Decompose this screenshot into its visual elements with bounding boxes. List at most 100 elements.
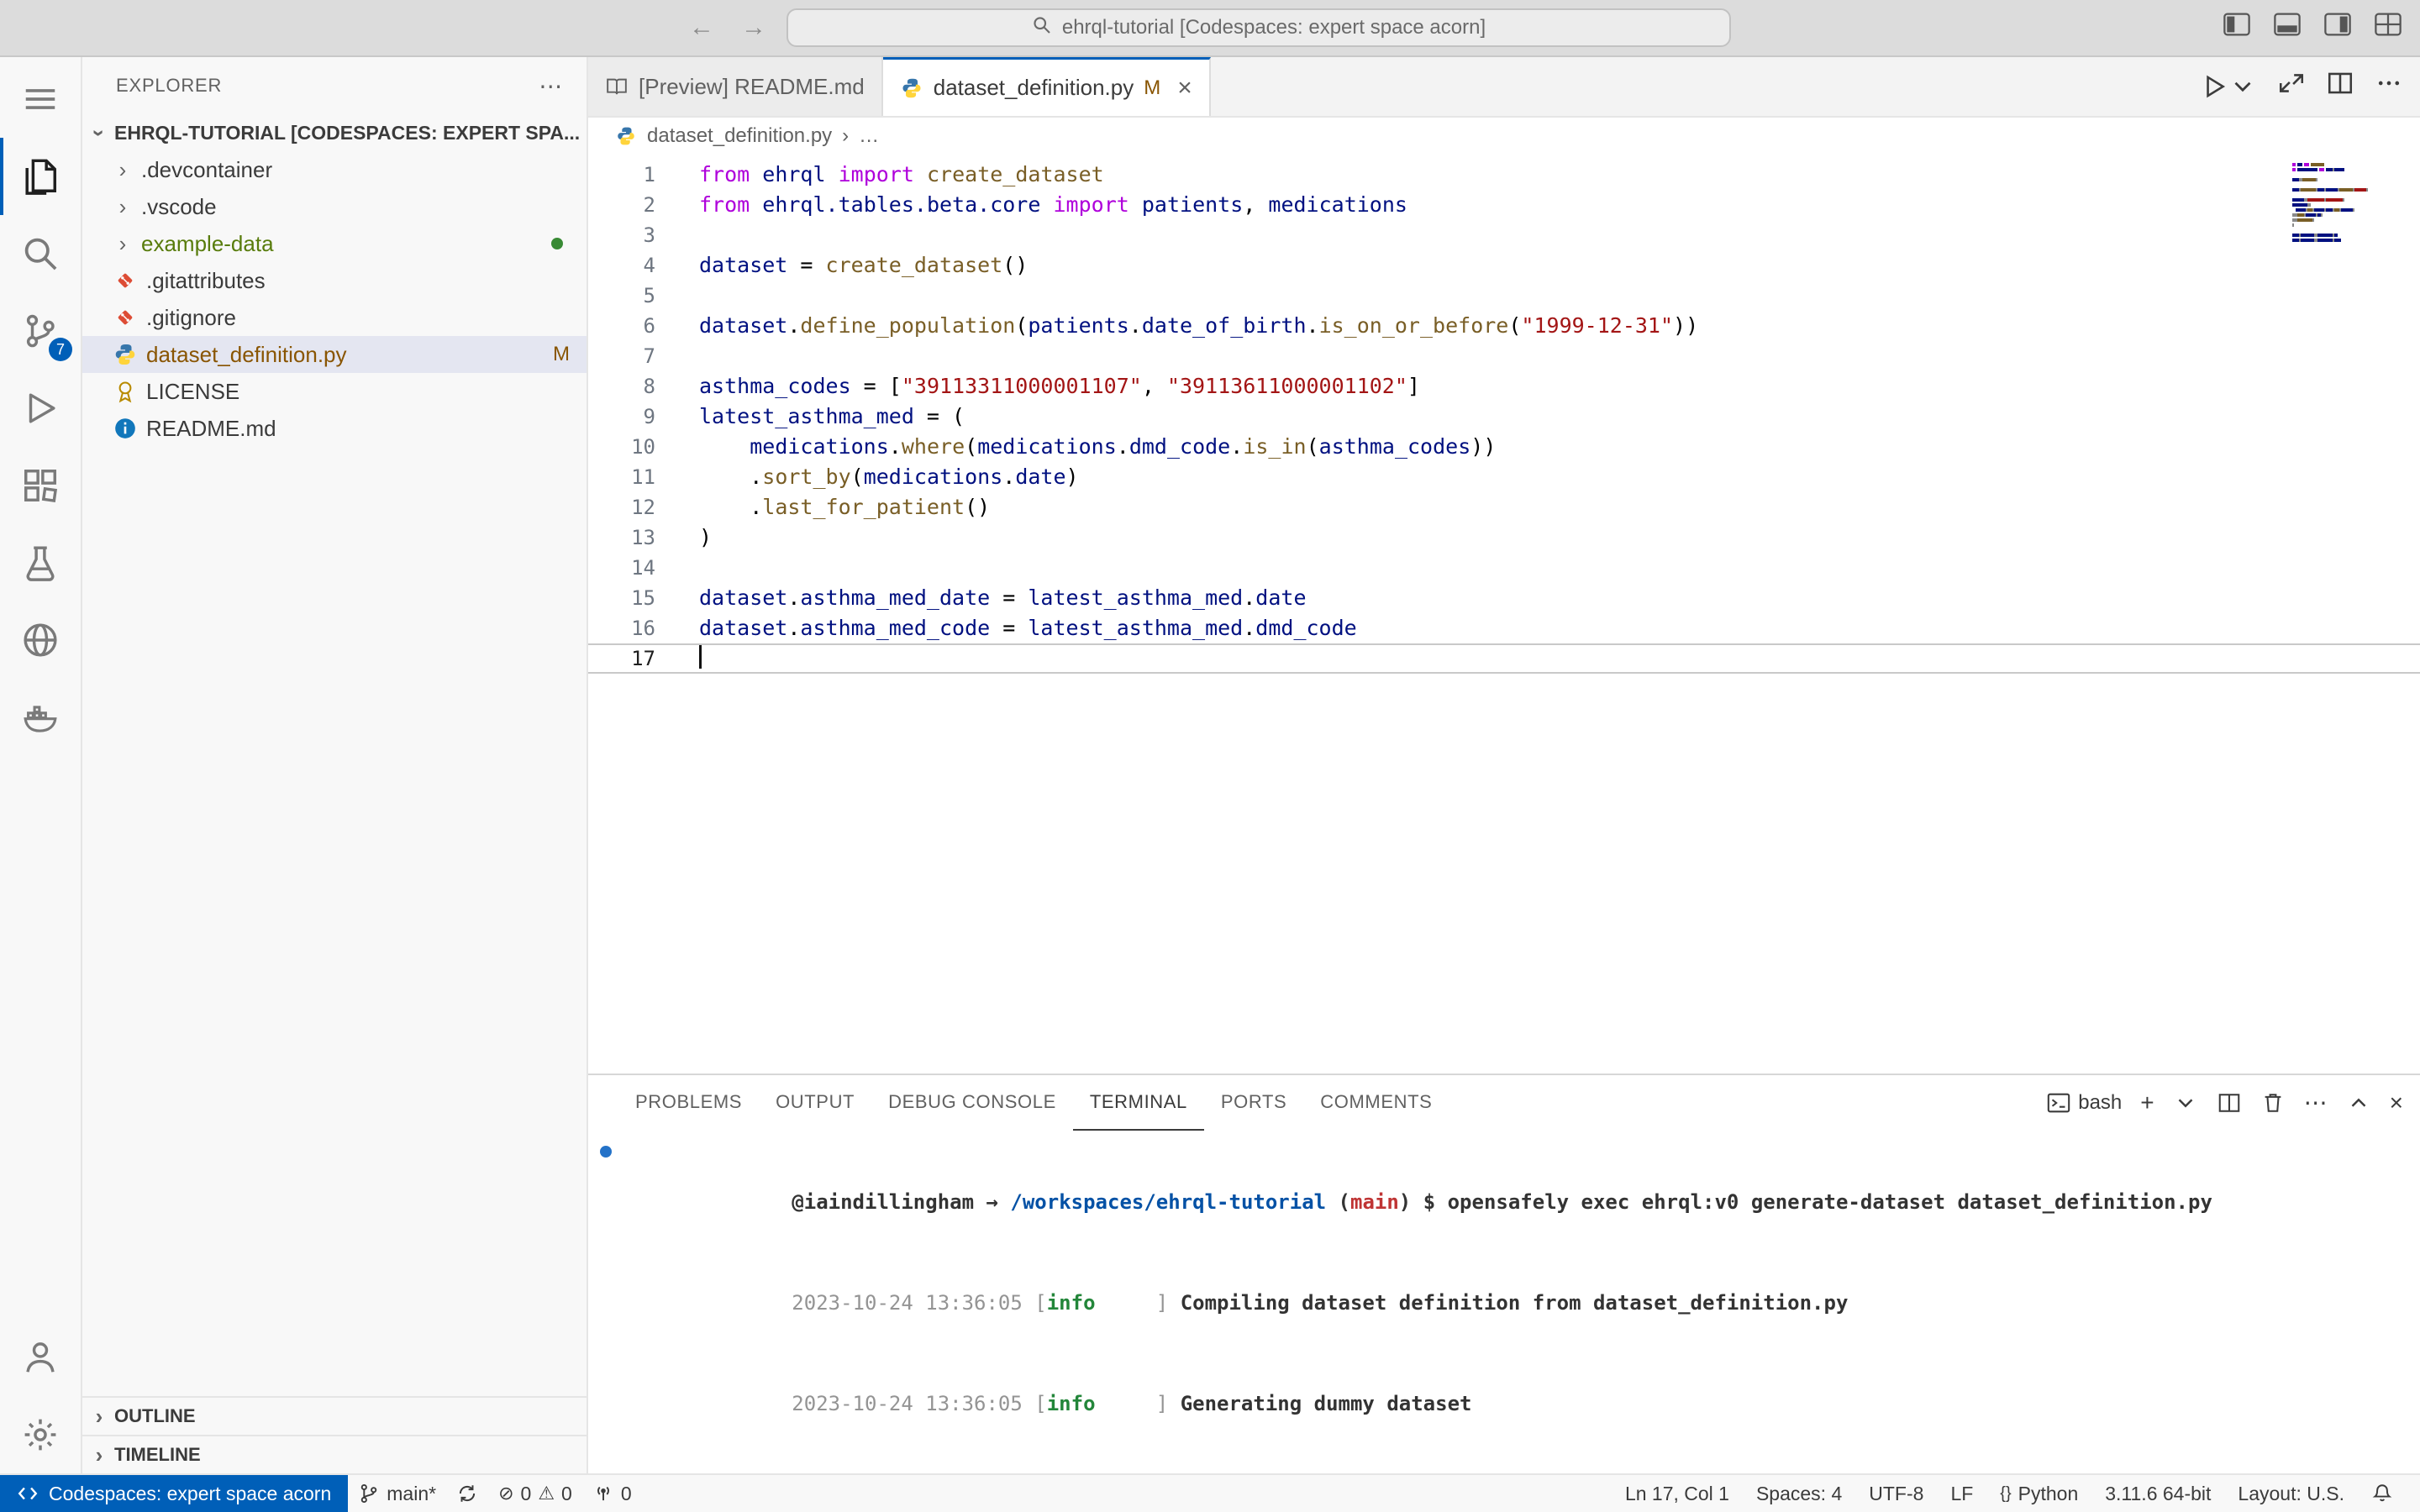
toggle-secondary-sidebar-button[interactable] xyxy=(2323,9,2353,46)
panel-tab[interactable]: TERMINAL xyxy=(1073,1075,1204,1131)
code-line[interactable]: 7 xyxy=(588,341,2420,371)
close-tab-button[interactable]: × xyxy=(1177,76,1192,101)
open-changes-button[interactable] xyxy=(2277,69,2306,104)
close-panel-button[interactable]: × xyxy=(2390,1091,2403,1115)
timeline-section[interactable]: › TIMELINE xyxy=(82,1435,587,1473)
accounts-button[interactable] xyxy=(0,1319,81,1396)
panel-tab[interactable]: OUTPUT xyxy=(759,1075,871,1131)
customize-layout-button[interactable] xyxy=(2373,9,2403,46)
editor-tab[interactable]: dataset_definition.py M × xyxy=(883,57,1211,116)
eol-indicator[interactable]: LF xyxy=(1937,1475,1986,1512)
code-line[interactable]: 16 dataset.asthma_med_code = latest_asth… xyxy=(588,613,2420,643)
code-text: ) xyxy=(699,522,712,553)
file-tree-item[interactable]: README.md xyxy=(82,410,587,447)
token: dataset xyxy=(699,313,787,338)
panel-more-button[interactable]: ⋯ xyxy=(2304,1091,2328,1115)
settings-gear-button[interactable] xyxy=(0,1396,81,1473)
token: import xyxy=(1053,192,1128,217)
toggle-panel-button[interactable] xyxy=(2272,9,2302,46)
panel-tab[interactable]: PROBLEMS xyxy=(618,1075,759,1131)
back-button[interactable]: ← xyxy=(689,13,714,42)
kill-terminal-button[interactable] xyxy=(2260,1090,2286,1116)
code-line[interactable]: 5 xyxy=(588,281,2420,311)
sync-changes-button[interactable] xyxy=(446,1475,488,1512)
explorer-tab[interactable] xyxy=(0,138,81,215)
code-line[interactable]: 6 dataset.define_population(patients.dat… xyxy=(588,311,2420,341)
file-tree-item[interactable]: › example-data xyxy=(82,225,587,262)
branch-indicator[interactable]: main* xyxy=(348,1475,446,1512)
remote-indicator[interactable]: Codespaces: expert space acorn xyxy=(0,1475,348,1512)
language-mode[interactable]: {} Python xyxy=(1986,1475,2091,1512)
code-line[interactable]: 15 dataset.asthma_med_date = latest_asth… xyxy=(588,583,2420,613)
command-decoration-dot[interactable] xyxy=(600,1146,612,1158)
editor-tab[interactable]: [Preview] README.md xyxy=(588,57,883,116)
split-editor-button[interactable] xyxy=(2326,69,2354,104)
run-python-file-button[interactable] xyxy=(2200,72,2257,101)
indentation-indicator[interactable]: Spaces: 4 xyxy=(1743,1475,1855,1512)
breadcrumb-separator: › xyxy=(842,124,849,148)
minimap[interactable] xyxy=(2292,163,2396,249)
maximize-panel-button[interactable] xyxy=(2346,1090,2371,1116)
panel-tab-label: DEBUG CONSOLE xyxy=(888,1091,1056,1113)
line-number: 8 xyxy=(588,371,699,402)
code-editor[interactable]: 1 from ehrql import create_dataset 2 fro… xyxy=(588,155,2420,1074)
code-line[interactable]: 11 .sort_by(medications.date) xyxy=(588,462,2420,492)
ports-indicator[interactable]: 0 xyxy=(582,1475,642,1512)
file-tree-item[interactable]: › .devcontainer xyxy=(82,151,587,188)
workspace-root-folder[interactable]: › EHRQL-TUTORIAL [CODESPACES: EXPERT SPA… xyxy=(82,114,587,151)
code-line[interactable]: 2 from ehrql.tables.beta.core import pat… xyxy=(588,190,2420,220)
code-line[interactable]: 14 xyxy=(588,553,2420,583)
panel-tab[interactable]: COMMENTS xyxy=(1303,1075,1449,1131)
run-debug-tab[interactable] xyxy=(0,370,81,447)
code-line[interactable]: 1 from ehrql import create_dataset xyxy=(588,160,2420,190)
breadcrumb-more[interactable]: … xyxy=(859,124,879,148)
code-text: medications.where(medications.dmd_code.i… xyxy=(699,432,1496,462)
encoding-indicator[interactable]: UTF-8 xyxy=(1855,1475,1937,1512)
split-terminal-button[interactable] xyxy=(2217,1090,2242,1116)
panel-tab[interactable]: DEBUG CONSOLE xyxy=(871,1075,1073,1131)
source-control-tab[interactable]: 7 xyxy=(0,292,81,370)
code-line[interactable]: 8 asthma_codes = ["39113311000001107", "… xyxy=(588,371,2420,402)
code-line[interactable]: 3 xyxy=(588,220,2420,250)
code-line[interactable]: 13 ) xyxy=(588,522,2420,553)
live-preview-tab[interactable] xyxy=(0,601,81,679)
code-line[interactable]: 17 xyxy=(588,643,2420,674)
token: asthma_codes xyxy=(699,374,851,398)
new-terminal-button[interactable]: + xyxy=(2140,1091,2154,1115)
views-more-button[interactable]: ⋯ xyxy=(539,72,563,100)
timeline-label: TIMELINE xyxy=(114,1444,201,1466)
panel-tab[interactable]: PORTS xyxy=(1204,1075,1303,1131)
file-tree-item[interactable]: › .vscode xyxy=(82,188,587,225)
code-line[interactable]: 10 medications.where(medications.dmd_cod… xyxy=(588,432,2420,462)
problems-indicator[interactable]: ⊘ 0 ⚠ 0 xyxy=(488,1475,582,1512)
file-tree-item[interactable]: .gitignore xyxy=(82,299,587,336)
file-tree-item[interactable]: .gitattributes xyxy=(82,262,587,299)
docker-tab[interactable] xyxy=(0,679,81,756)
file-tree-item[interactable]: dataset_definition.py M xyxy=(82,336,587,373)
editor-more-actions-button[interactable] xyxy=(2375,69,2403,104)
breadcrumb-file[interactable]: dataset_definition.py xyxy=(647,124,832,148)
forward-button[interactable]: → xyxy=(741,13,766,42)
token xyxy=(699,434,750,459)
testing-tab[interactable] xyxy=(0,524,81,601)
token: )) xyxy=(1673,313,1698,338)
code-line[interactable]: 12 .last_for_patient() xyxy=(588,492,2420,522)
python-interpreter[interactable]: 3.11.6 64-bit xyxy=(2091,1475,2224,1512)
command-center[interactable]: ehrql-tutorial [Codespaces: expert space… xyxy=(786,8,1731,47)
cursor-position[interactable]: Ln 17, Col 1 xyxy=(1612,1475,1743,1512)
outline-section[interactable]: › OUTLINE xyxy=(82,1396,587,1435)
terminal-output[interactable]: @iaindillingham → /workspaces/ehrql-tuto… xyxy=(588,1131,2420,1473)
extensions-tab[interactable] xyxy=(0,447,81,524)
toggle-sidebar-button[interactable] xyxy=(2222,9,2252,46)
token: . xyxy=(1243,616,1255,640)
search-tab[interactable] xyxy=(0,215,81,292)
notifications-bell[interactable] xyxy=(2358,1475,2407,1512)
shell-selector[interactable]: bash xyxy=(2046,1090,2122,1116)
keyboard-layout[interactable]: Layout: U.S. xyxy=(2224,1475,2358,1512)
code-line[interactable]: 4 dataset = create_dataset() xyxy=(588,250,2420,281)
code-line[interactable]: 9 latest_asthma_med = ( xyxy=(588,402,2420,432)
menu-button[interactable] xyxy=(0,60,81,138)
file-tree-item[interactable]: LICENSE xyxy=(82,373,587,410)
terminal-dropdown-button[interactable] xyxy=(2173,1090,2198,1116)
breadcrumb[interactable]: dataset_definition.py › … xyxy=(588,118,2420,155)
